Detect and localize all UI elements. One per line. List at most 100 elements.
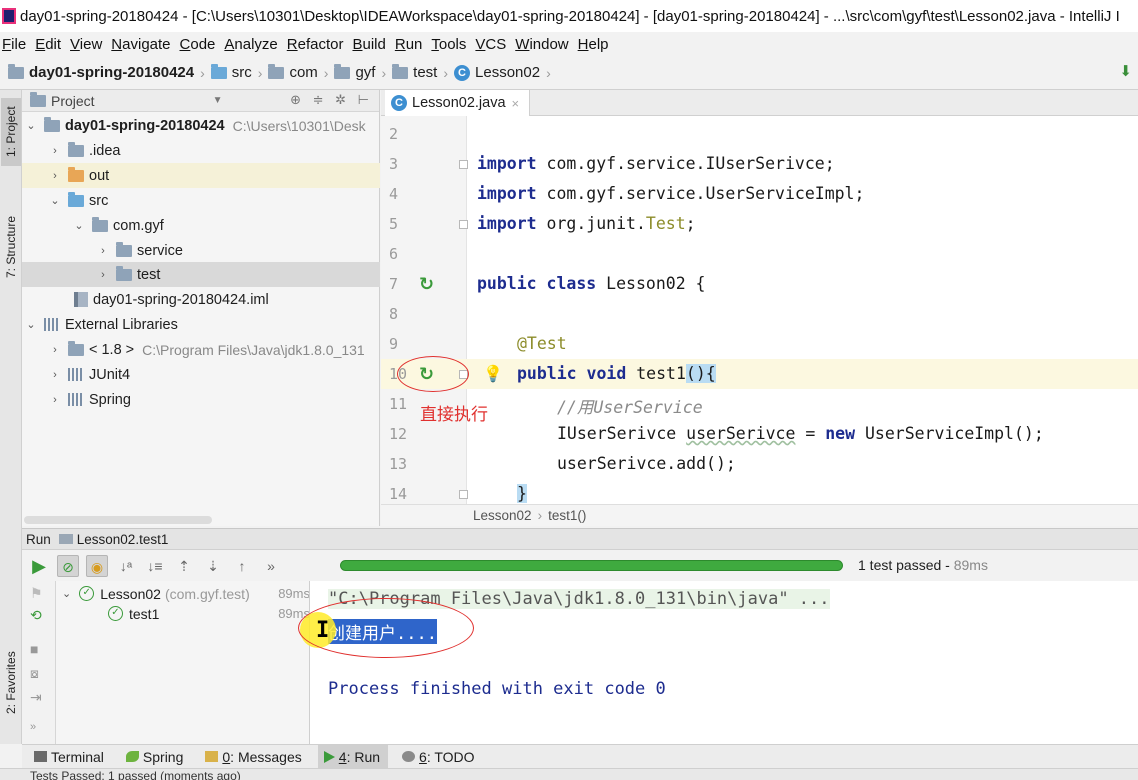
pass-check-icon: ✓ <box>79 586 95 601</box>
tree-item-idea[interactable]: › .idea <box>22 138 380 163</box>
rerun-failed-icon[interactable]: ⟲ <box>30 607 42 624</box>
menu-refactor[interactable]: Refactor <box>287 36 344 53</box>
tree-item-com-gyf[interactable]: ⌄ com.gyf <box>22 213 380 238</box>
show-ignored-icon[interactable]: ◉ <box>86 555 108 577</box>
line-number: 3 <box>389 155 399 173</box>
tab-lesson02-java[interactable]: C Lesson02.java × <box>385 90 531 116</box>
collapsed-arrow-icon[interactable]: › <box>48 145 62 157</box>
sort-alphabetically-icon[interactable]: ↓ᵃ <box>115 555 137 577</box>
menu-edit[interactable]: Edit <box>35 36 61 53</box>
export-icon[interactable]: ⇥ <box>30 689 42 706</box>
collapsed-arrow-icon[interactable]: › <box>48 170 62 182</box>
tree-item-spring[interactable]: › Spring <box>22 387 380 412</box>
tree-item-test[interactable]: › test <box>22 262 380 287</box>
collapsed-arrow-icon[interactable]: › <box>96 245 110 257</box>
more-actions-icon[interactable]: » <box>260 555 282 577</box>
menu-view[interactable]: View <box>70 36 102 53</box>
tree-item-root[interactable]: ⌄ day01-spring-20180424 C:\Users\10301\D… <box>22 113 380 138</box>
tab-todo[interactable]: 6: TODO <box>396 745 483 769</box>
tab-terminal[interactable]: Terminal <box>28 745 112 769</box>
collapsed-arrow-icon[interactable]: › <box>48 344 62 356</box>
crumb-test[interactable]: test <box>392 63 437 81</box>
code-editor[interactable]: 2 3 import com.gyf.service.IUserSerivce;… <box>381 116 1138 504</box>
crumb-src[interactable]: src <box>210 63 252 81</box>
menu-help[interactable]: Help <box>578 36 609 53</box>
tool-tab-favorites[interactable]: 2: Favorites <box>1 638 21 728</box>
collapse-all-icon[interactable]: ⇣ <box>202 555 224 577</box>
run-toolbar: ▶ ⊘ ◉ ↓ᵃ ↓≡ ⇡ ⇣ ↑ » 1 test passed - 89ms <box>22 551 1138 581</box>
menu-navigate[interactable]: Navigate <box>111 36 170 53</box>
stop-icon[interactable]: ■ <box>30 641 38 657</box>
pin-icon[interactable]: ⚑ <box>30 585 43 602</box>
menu-build[interactable]: Build <box>352 36 385 53</box>
camera-icon[interactable]: ⧇ <box>30 665 39 682</box>
run-config-tab[interactable]: Lesson02.test1 <box>77 532 169 547</box>
code-line: 12 IUserSerivce userSerivce = new UserSe… <box>389 424 1044 443</box>
more-icon[interactable]: » <box>30 721 36 733</box>
dropdown-arrow-icon[interactable]: ▼ <box>213 95 223 106</box>
menu-file[interactable]: File <box>2 36 26 53</box>
collapsed-arrow-icon[interactable]: › <box>48 369 62 381</box>
project-header-tools[interactable]: ⊕ ≑ ✲ ⊢ <box>290 92 373 108</box>
menu-vcs[interactable]: VCS <box>475 36 506 53</box>
expanded-arrow-icon[interactable]: ⌄ <box>48 194 62 207</box>
show-passed-icon[interactable]: ⊘ <box>57 555 79 577</box>
tree-item-out[interactable]: › out <box>22 163 380 188</box>
expanded-arrow-icon[interactable]: ⌄ <box>24 119 38 132</box>
code-line: 9 @Test <box>389 334 567 353</box>
tree-item-jdk[interactable]: › < 1.8 > C:\Program Files\Java\jdk1.8.0… <box>22 337 380 362</box>
menu-tools[interactable]: Tools <box>431 36 466 53</box>
code-line: 13 userSerivce.add(); <box>389 454 736 473</box>
tree-item-iml[interactable]: day01-spring-20180424.iml <box>22 287 380 312</box>
tab-messages[interactable]: 0: Messages <box>199 745 309 769</box>
package-icon <box>392 63 409 79</box>
horizontal-scrollbar[interactable] <box>24 516 212 524</box>
menu-code[interactable]: Code <box>180 36 216 53</box>
run-side-toolbar: ⚑ ⟲ ■ ⧇ ⇥ » <box>22 581 56 744</box>
crumb-com[interactable]: com <box>268 63 318 81</box>
output-folder-icon <box>68 166 84 182</box>
rerun-icon[interactable]: ▶ <box>28 555 50 577</box>
tree-item-external-libraries[interactable]: ⌄ External Libraries <box>22 312 380 337</box>
run-class-gutter-icon[interactable]: ↻ <box>419 274 441 294</box>
menu-run[interactable]: Run <box>395 36 423 53</box>
left-tool-strip: 1: Project 7: Structure 2: Favorites <box>0 90 22 744</box>
expanded-arrow-icon[interactable]: ⌄ <box>62 587 71 600</box>
project-folder-icon <box>8 63 24 79</box>
fold-marker-icon[interactable] <box>459 490 468 499</box>
collapsed-arrow-icon[interactable]: › <box>48 394 62 406</box>
breadcrumb-method[interactable]: test1() <box>548 508 586 523</box>
crumb-project[interactable]: day01-spring-20180424 <box>8 63 194 81</box>
expanded-arrow-icon[interactable]: ⌄ <box>24 318 38 331</box>
lightbulb-icon[interactable]: 💡 <box>483 364 503 384</box>
expanded-arrow-icon[interactable]: ⌄ <box>72 219 86 232</box>
collapsed-arrow-icon[interactable]: › <box>96 269 110 281</box>
close-icon[interactable]: × <box>512 96 520 111</box>
tool-tab-structure[interactable]: 7: Structure <box>1 202 21 292</box>
crumb-lesson02[interactable]: C Lesson02 <box>454 64 540 81</box>
line-number: 2 <box>389 125 399 143</box>
tab-run[interactable]: 4: Run <box>317 744 389 769</box>
tab-spring[interactable]: Spring <box>120 745 191 769</box>
tree-item-junit4[interactable]: › JUnit4 <box>22 362 380 387</box>
tree-item-src[interactable]: ⌄ src <box>22 188 380 213</box>
line-number: 9 <box>389 335 399 353</box>
tree-item-service[interactable]: › service <box>22 238 380 263</box>
library-icon <box>44 318 60 331</box>
previous-failed-icon[interactable]: ↑ <box>231 555 253 577</box>
menu-window[interactable]: Window <box>515 36 568 53</box>
breadcrumb-class[interactable]: Lesson02 <box>473 508 532 523</box>
project-view-selector[interactable]: Project <box>51 93 95 109</box>
expand-all-icon[interactable]: ⇡ <box>173 555 195 577</box>
sort-by-duration-icon[interactable]: ↓≡ <box>144 555 166 577</box>
vcs-update-icon[interactable]: ⬇ <box>1119 62 1132 80</box>
todo-icon <box>402 751 416 762</box>
test-case-row[interactable]: ✓ test1 89ms <box>56 603 309 624</box>
fold-marker-icon[interactable] <box>459 220 468 229</box>
tool-tab-project[interactable]: 1: Project <box>1 98 21 166</box>
menu-analyze[interactable]: Analyze <box>224 36 277 53</box>
test-suite-row[interactable]: ⌄ ✓ Lesson02 (com.gyf.test) 89ms <box>56 583 309 604</box>
project-panel: Project ▼ ⊕ ≑ ✲ ⊢ ⌄ day01-spring-2018042… <box>22 90 380 526</box>
crumb-gyf[interactable]: gyf <box>334 63 375 81</box>
fold-marker-icon[interactable] <box>459 160 468 169</box>
